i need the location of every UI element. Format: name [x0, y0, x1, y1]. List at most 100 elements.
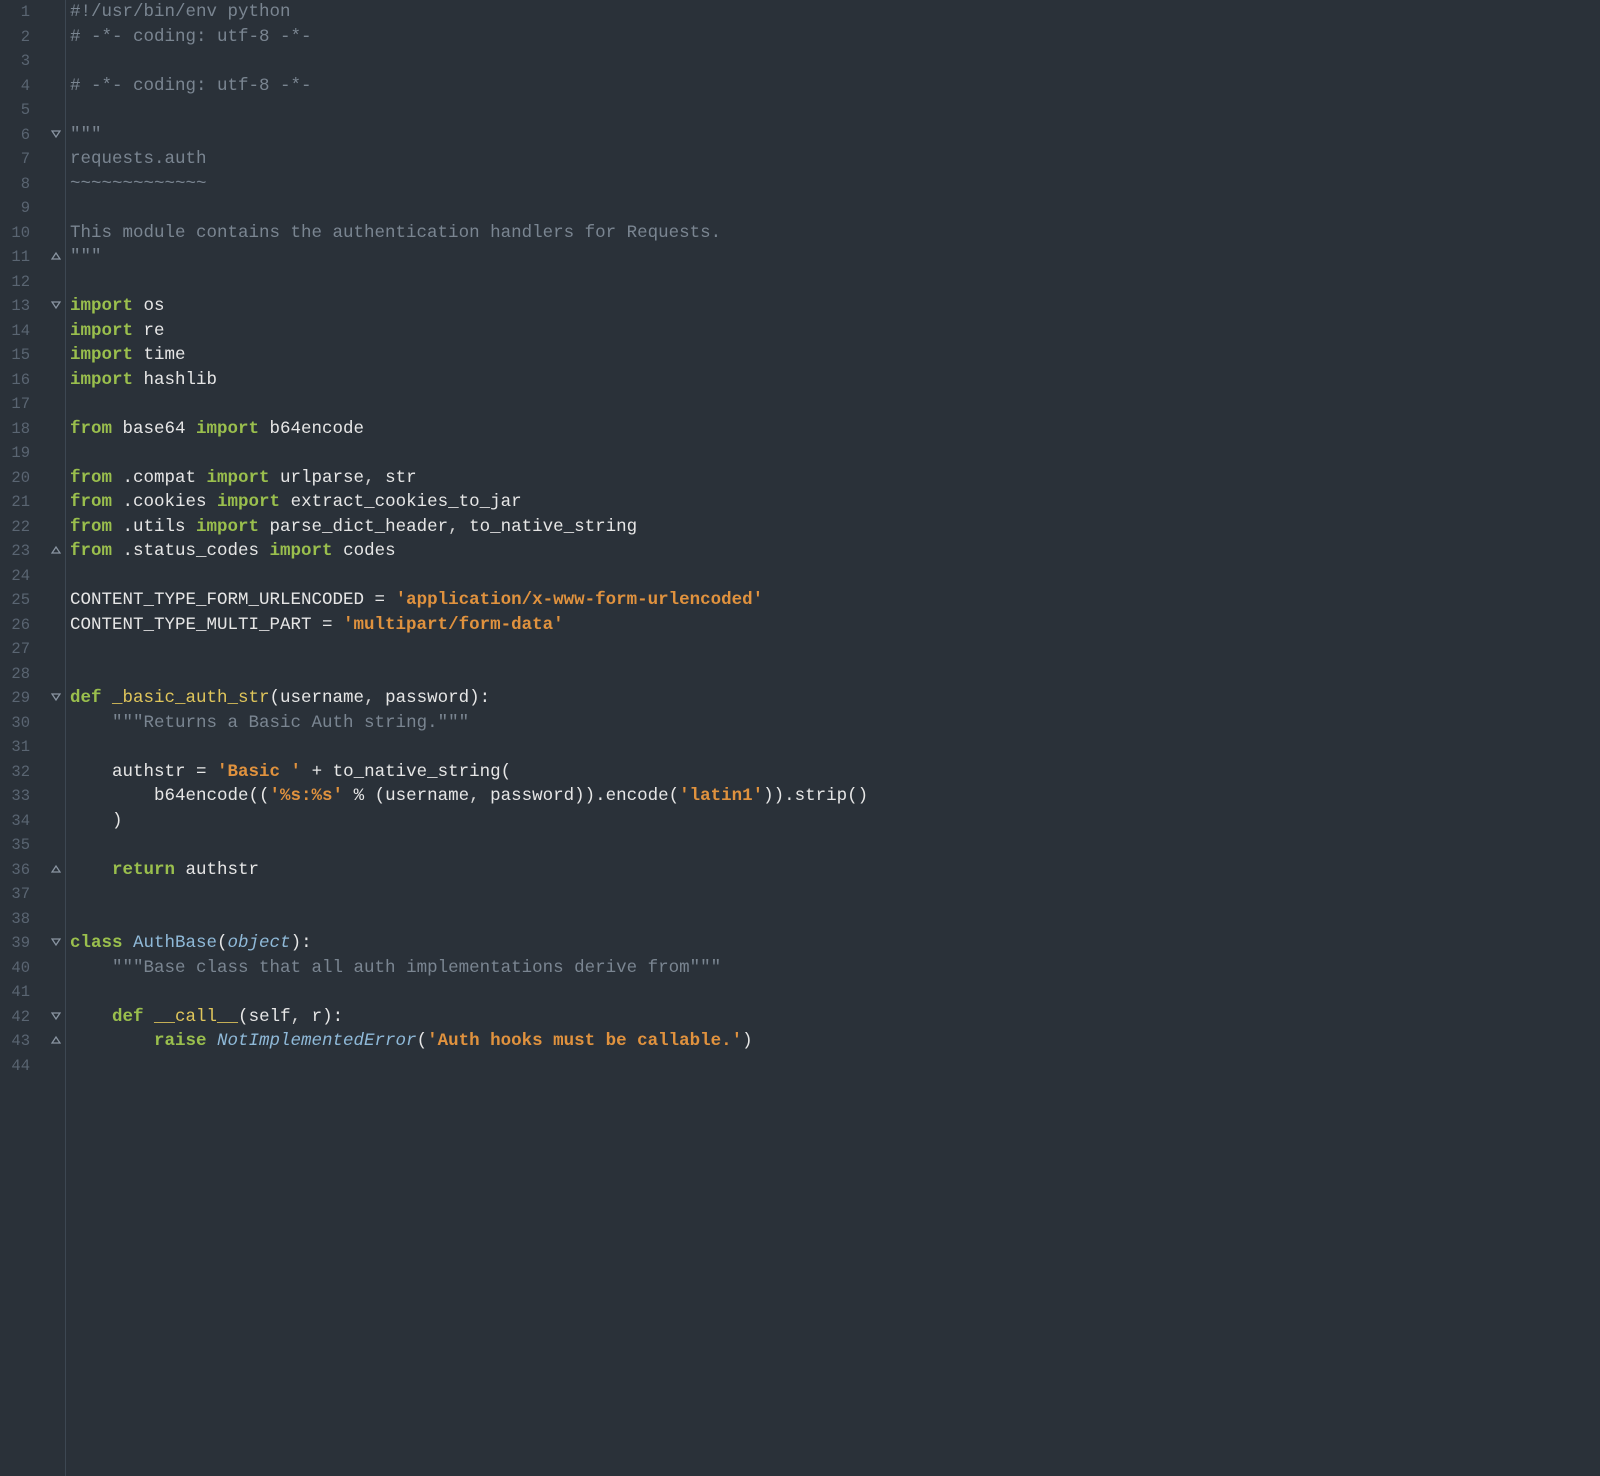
code-line[interactable]: import os	[70, 294, 868, 319]
code-line[interactable]	[70, 564, 868, 589]
code-line[interactable]: return authstr	[70, 858, 868, 883]
line-number: 22	[6, 515, 30, 540]
code-line[interactable]: def _basic_auth_str(username, password):	[70, 686, 868, 711]
code-line[interactable]: """Returns a Basic Auth string."""	[70, 711, 868, 736]
fold-open-icon[interactable]	[50, 129, 62, 141]
code-token: )	[742, 1031, 753, 1051]
line-number: 37	[6, 882, 30, 907]
code-editor[interactable]: 1234567891011121314151617181920212223242…	[0, 0, 1600, 1476]
code-line[interactable]: from .utils import parse_dict_header, to…	[70, 515, 868, 540]
code-line[interactable]: raise NotImplementedError('Auth hooks mu…	[70, 1029, 868, 1054]
code-token: import	[70, 321, 133, 341]
code-token: ,	[448, 517, 469, 537]
code-line[interactable]: import time	[70, 343, 868, 368]
line-number: 17	[6, 392, 30, 417]
code-token: )	[112, 811, 123, 831]
code-token: 'multipart/form-data'	[343, 615, 564, 635]
code-line[interactable]	[70, 833, 868, 858]
fold-close-icon[interactable]	[50, 1035, 62, 1047]
code-line[interactable]	[70, 882, 868, 907]
line-number: 13	[6, 294, 30, 319]
code-line[interactable]: #!/usr/bin/env python	[70, 0, 868, 25]
line-number: 9	[6, 196, 30, 221]
line-number-gutter: 1234567891011121314151617181920212223242…	[0, 0, 48, 1476]
code-line[interactable]: # -*- coding: utf-8 -*-	[70, 74, 868, 99]
code-token: AuthBase	[133, 933, 217, 953]
code-line[interactable]	[70, 392, 868, 417]
code-line[interactable]	[70, 907, 868, 932]
code-token: .status_codes	[112, 541, 270, 561]
code-line[interactable]: b64encode(('%s:%s' % (username, password…	[70, 784, 868, 809]
code-token: + to_native_string(	[301, 762, 511, 782]
code-line[interactable]	[70, 980, 868, 1005]
code-line[interactable]: This module contains the authentication …	[70, 221, 868, 246]
line-number: 43	[6, 1029, 30, 1054]
line-number: 11	[6, 245, 30, 270]
code-token: def	[112, 1007, 154, 1027]
code-token: _basic_auth_str	[112, 688, 270, 708]
code-token: raise	[154, 1031, 217, 1051]
code-line[interactable]: """	[70, 123, 868, 148]
code-line[interactable]	[70, 441, 868, 466]
code-line[interactable]: import re	[70, 319, 868, 344]
code-line[interactable]: """	[70, 245, 868, 270]
code-area[interactable]: #!/usr/bin/env python # -*- coding: utf-8…	[66, 0, 868, 1476]
code-token: object	[228, 933, 291, 953]
code-line[interactable]: """Base class that all auth implementati…	[70, 956, 868, 981]
code-token: % (username	[343, 786, 469, 806]
code-token: from	[70, 541, 112, 561]
code-token: ~~~~~~~~~~~~~	[70, 174, 207, 194]
line-number: 10	[6, 221, 30, 246]
fold-open-icon[interactable]	[50, 1011, 62, 1023]
code-line[interactable]: class AuthBase(object):	[70, 931, 868, 956]
code-line[interactable]	[70, 98, 868, 123]
line-number: 42	[6, 1005, 30, 1030]
code-line[interactable]: def __call__(self, r):	[70, 1005, 868, 1030]
code-token: .compat	[112, 468, 207, 488]
code-line[interactable]: from base64 import b64encode	[70, 417, 868, 442]
code-token: authstr =	[112, 762, 217, 782]
code-line[interactable]: from .compat import urlparse, str	[70, 466, 868, 491]
code-line[interactable]: ~~~~~~~~~~~~~	[70, 172, 868, 197]
code-token: import	[207, 468, 270, 488]
code-line[interactable]	[70, 1054, 868, 1079]
code-token: ,	[469, 786, 490, 806]
fold-open-icon[interactable]	[50, 300, 62, 312]
line-number: 18	[6, 417, 30, 442]
code-line[interactable]	[70, 270, 868, 295]
code-token: 'Basic '	[217, 762, 301, 782]
code-line[interactable]	[70, 49, 868, 74]
line-number: 1	[6, 0, 30, 25]
fold-close-icon[interactable]	[50, 545, 62, 557]
code-token: #!/usr/bin/env python	[70, 2, 291, 22]
code-line[interactable]: # -*- coding: utf-8 -*-	[70, 25, 868, 50]
code-line[interactable]: import hashlib	[70, 368, 868, 393]
code-line[interactable]: CONTENT_TYPE_FORM_URLENCODED = 'applicat…	[70, 588, 868, 613]
code-token: password):	[385, 688, 490, 708]
code-token: from	[70, 468, 112, 488]
code-line[interactable]: CONTENT_TYPE_MULTI_PART = 'multipart/for…	[70, 613, 868, 638]
line-number: 23	[6, 539, 30, 564]
code-token: import	[70, 296, 133, 316]
code-line[interactable]	[70, 735, 868, 760]
code-line[interactable]: from .status_codes import codes	[70, 539, 868, 564]
code-line[interactable]	[70, 637, 868, 662]
code-token: from	[70, 419, 112, 439]
code-line[interactable]: authstr = 'Basic ' + to_native_string(	[70, 760, 868, 785]
code-line[interactable]: requests.auth	[70, 147, 868, 172]
fold-close-icon[interactable]	[50, 251, 62, 263]
fold-open-icon[interactable]	[50, 692, 62, 704]
code-line[interactable]	[70, 662, 868, 687]
code-line[interactable]	[70, 196, 868, 221]
fold-open-icon[interactable]	[50, 937, 62, 949]
line-number: 29	[6, 686, 30, 711]
line-number: 27	[6, 637, 30, 662]
line-number: 41	[6, 980, 30, 1005]
code-token: from	[70, 517, 112, 537]
code-line[interactable]: )	[70, 809, 868, 834]
fold-close-icon[interactable]	[50, 864, 62, 876]
code-token: .cookies	[112, 492, 217, 512]
fold-column[interactable]	[48, 0, 66, 1476]
code-token: import	[217, 492, 280, 512]
code-line[interactable]: from .cookies import extract_cookies_to_…	[70, 490, 868, 515]
